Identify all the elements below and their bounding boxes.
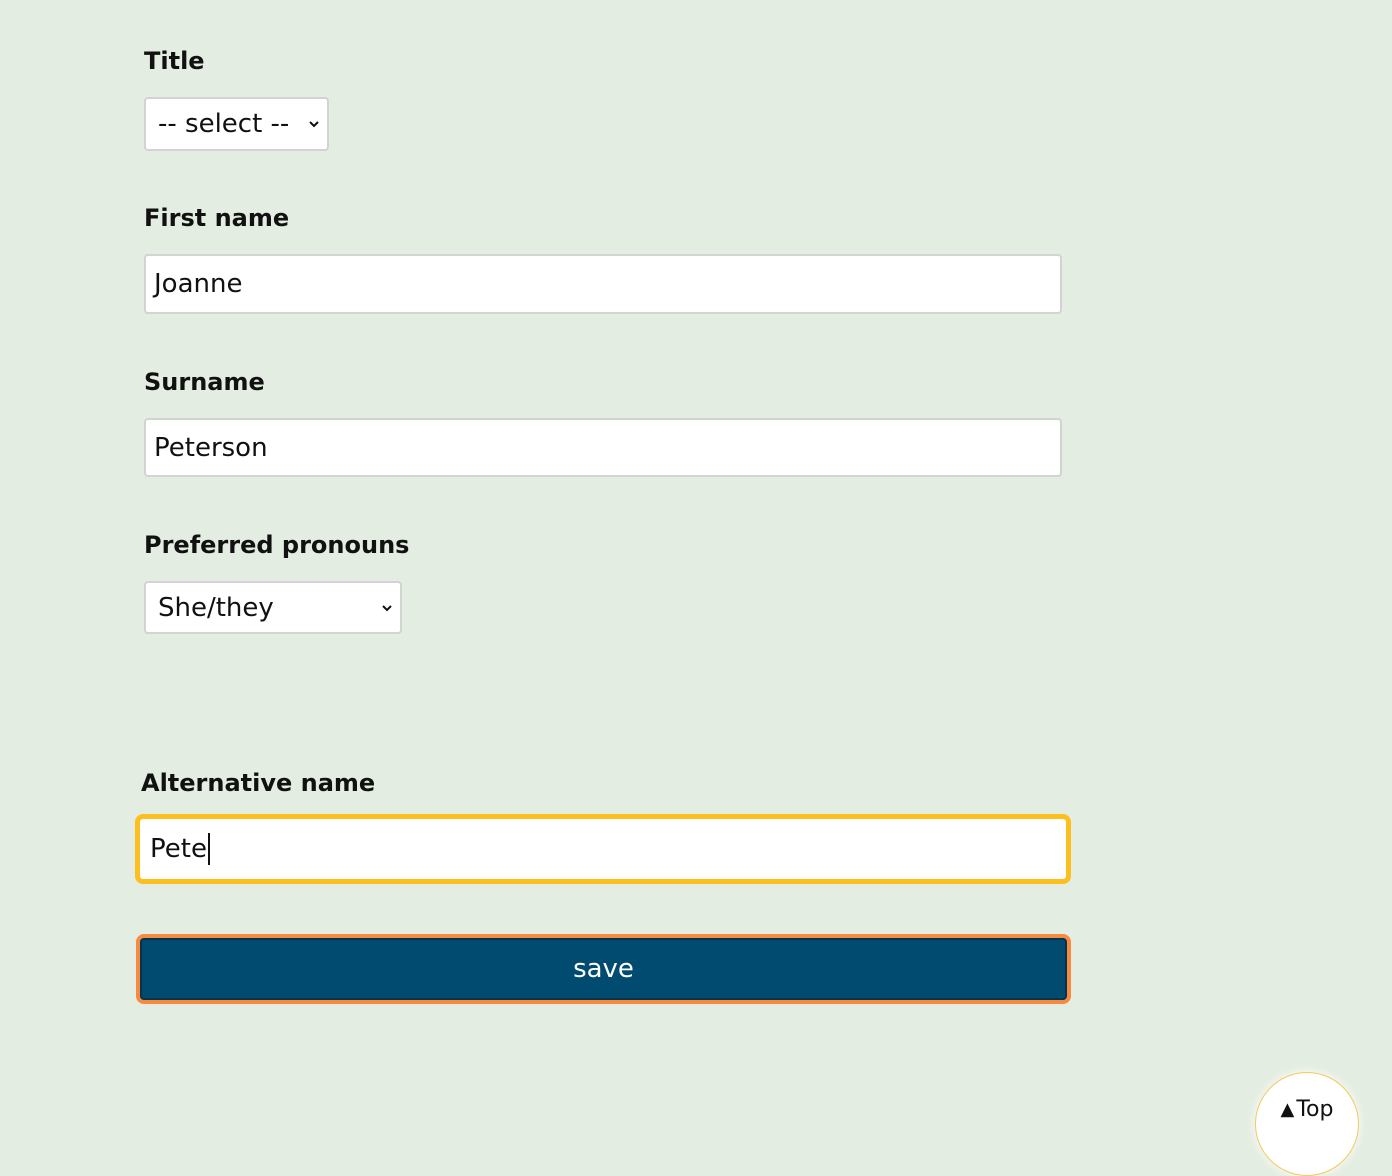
pronouns-select[interactable]: She/they [144, 581, 402, 634]
chevron-down-icon [309, 121, 319, 128]
title-label: Title [144, 47, 205, 75]
back-to-top-label: Top [1296, 1097, 1334, 1122]
first-name-value: Joanne [154, 269, 243, 299]
title-select-value: -- select -- [158, 109, 290, 139]
text-caret [207, 833, 210, 865]
title-select[interactable]: -- select -- [144, 97, 329, 151]
save-button-label: save [573, 954, 634, 984]
surname-input[interactable]: Peterson [144, 418, 1062, 477]
chevron-down-icon [382, 604, 392, 611]
triangle-up-icon: ▲ [1280, 1099, 1295, 1120]
alternative-name-input[interactable]: Pete [135, 814, 1071, 884]
surname-label: Surname [144, 368, 265, 396]
first-name-label: First name [144, 204, 290, 232]
pronouns-select-value: She/they [158, 592, 274, 623]
save-button[interactable]: save [136, 934, 1071, 1004]
pronouns-label: Preferred pronouns [144, 531, 410, 559]
surname-value: Peterson [154, 432, 268, 463]
alternative-name-value: Pete [150, 834, 207, 864]
alternative-name-label: Alternative name [141, 769, 376, 797]
back-to-top-button[interactable]: ▲ Top [1255, 1072, 1359, 1176]
first-name-input[interactable]: Joanne [144, 254, 1062, 314]
